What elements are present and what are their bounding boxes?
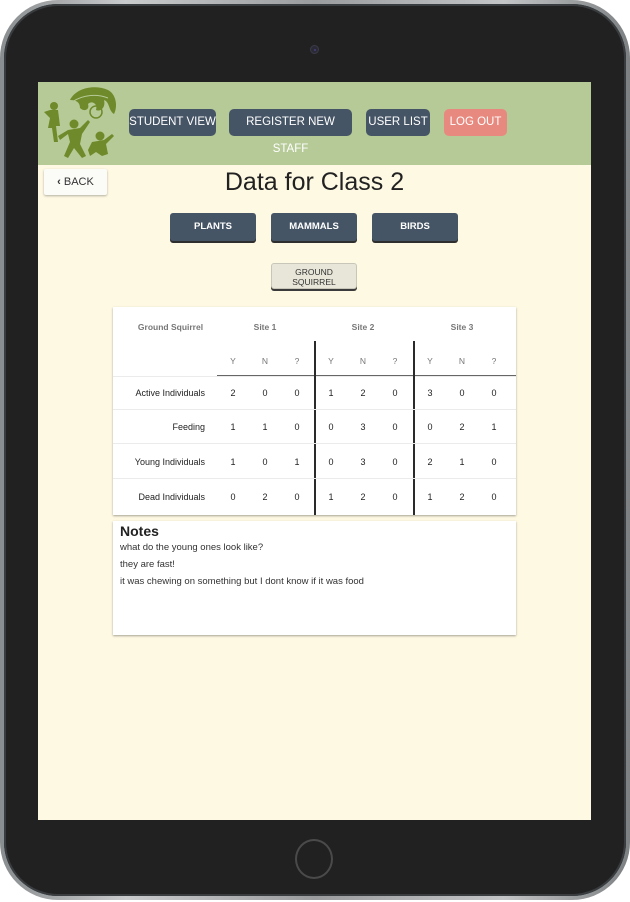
table-cell: 0 [392,492,398,502]
table-cell: 1 [328,492,334,502]
user-list-button[interactable]: USER LIST [366,109,430,136]
row-label: Dead Individuals [138,492,205,502]
yn-subheader: ? [491,356,497,366]
table-cell: 0 [392,422,398,432]
observation-table: Ground Squirrel Site 1 Site 2 Site 3 Y N? Y N?… [113,307,516,515]
yn-subheader: Y [427,356,433,366]
table-cell: 0 [392,457,398,467]
table-cell: 1 [294,457,300,467]
table-cell: 0 [294,422,300,432]
table-cell: 0 [491,492,497,502]
site-header: Site 3 [450,322,474,332]
row-label: Active Individuals [135,388,205,398]
ground-squirrel-button[interactable]: GROUND SQUIRREL [271,263,357,289]
table-cell: 0 [328,457,334,467]
table-cell: 0 [230,492,236,502]
site-header: Site 1 [253,322,277,332]
notes-title: Notes [120,523,159,539]
table-cell: 1 [459,457,465,467]
note-line: it was chewing on something but I dont k… [120,576,364,587]
table-cell: 1 [328,388,334,398]
table-cell: 0 [392,388,398,398]
log-out-button[interactable]: LOG OUT [444,109,507,136]
table-cell: 0 [491,388,497,398]
table-cell: 0 [262,457,268,467]
ground-squirrel-line1: GROUND [295,267,333,277]
tablet-frame: STUDENT VIEW REGISTER NEW STAFF USER LIS… [0,0,630,900]
birds-tab[interactable]: BIRDS [372,213,458,241]
table-cell: 0 [491,457,497,467]
camera-icon [310,45,319,54]
table-cell: 0 [427,422,433,432]
table-cell: 0 [294,492,300,502]
table-cell: 2 [230,388,236,398]
row-divider [113,443,516,444]
site-header: Site 2 [351,322,375,332]
row-label: Feeding [172,422,205,432]
table-cell: 0 [459,388,465,398]
table-cell: 2 [360,492,366,502]
top-nav-bar: STUDENT VIEW REGISTER NEW STAFF USER LIS… [38,82,591,165]
note-line: what do the young ones look like? [120,542,264,553]
yn-subheader: N [261,356,269,366]
plants-tab[interactable]: PLANTS [170,213,256,241]
table-cell: 1 [230,422,236,432]
table-cell: 3 [360,457,366,467]
site-divider [314,341,316,515]
register-new-staff-button[interactable]: REGISTER NEW STAFF [229,109,352,155]
app-screen: STUDENT VIEW REGISTER NEW STAFF USER LIS… [38,82,591,820]
table-cell: 0 [262,388,268,398]
table-cell: 3 [360,422,366,432]
table-cell: 1 [262,422,268,432]
table-cell: 1 [427,492,433,502]
table-cell: 0 [294,388,300,398]
children-oak-leaf-logo-icon [44,87,116,158]
table-cell: 0 [328,422,334,432]
notes-panel: Notes what do the young ones look like? … [113,521,516,635]
species-header: Ground Squirrel [137,322,204,332]
table-cell: 2 [427,457,433,467]
yn-subheader: ? [392,356,398,366]
yn-subheader: N [359,356,367,366]
row-divider [113,409,516,410]
page-title: Data for Class 2 [224,168,405,196]
table-cell: 2 [459,492,465,502]
table-cell: 2 [360,388,366,398]
row-label: Young Individuals [134,457,205,467]
note-line: they are fast! [120,559,175,570]
mammals-tab[interactable]: MAMMALS [271,213,357,241]
site-divider [413,341,415,515]
table-cell: 1 [491,422,497,432]
yn-subheader: Y [328,356,334,366]
yn-subheader: N [458,356,466,366]
home-button[interactable] [295,839,333,879]
row-divider [113,478,516,479]
ground-squirrel-line2: SQUIRREL [292,277,336,287]
table-cell: 2 [459,422,465,432]
yn-subheader: Y [230,356,236,366]
table-cell: 3 [427,388,433,398]
yn-subheader: ? [294,356,300,366]
table-cell: 1 [230,457,236,467]
table-cell: 2 [262,492,268,502]
student-view-button[interactable]: STUDENT VIEW [129,109,216,136]
